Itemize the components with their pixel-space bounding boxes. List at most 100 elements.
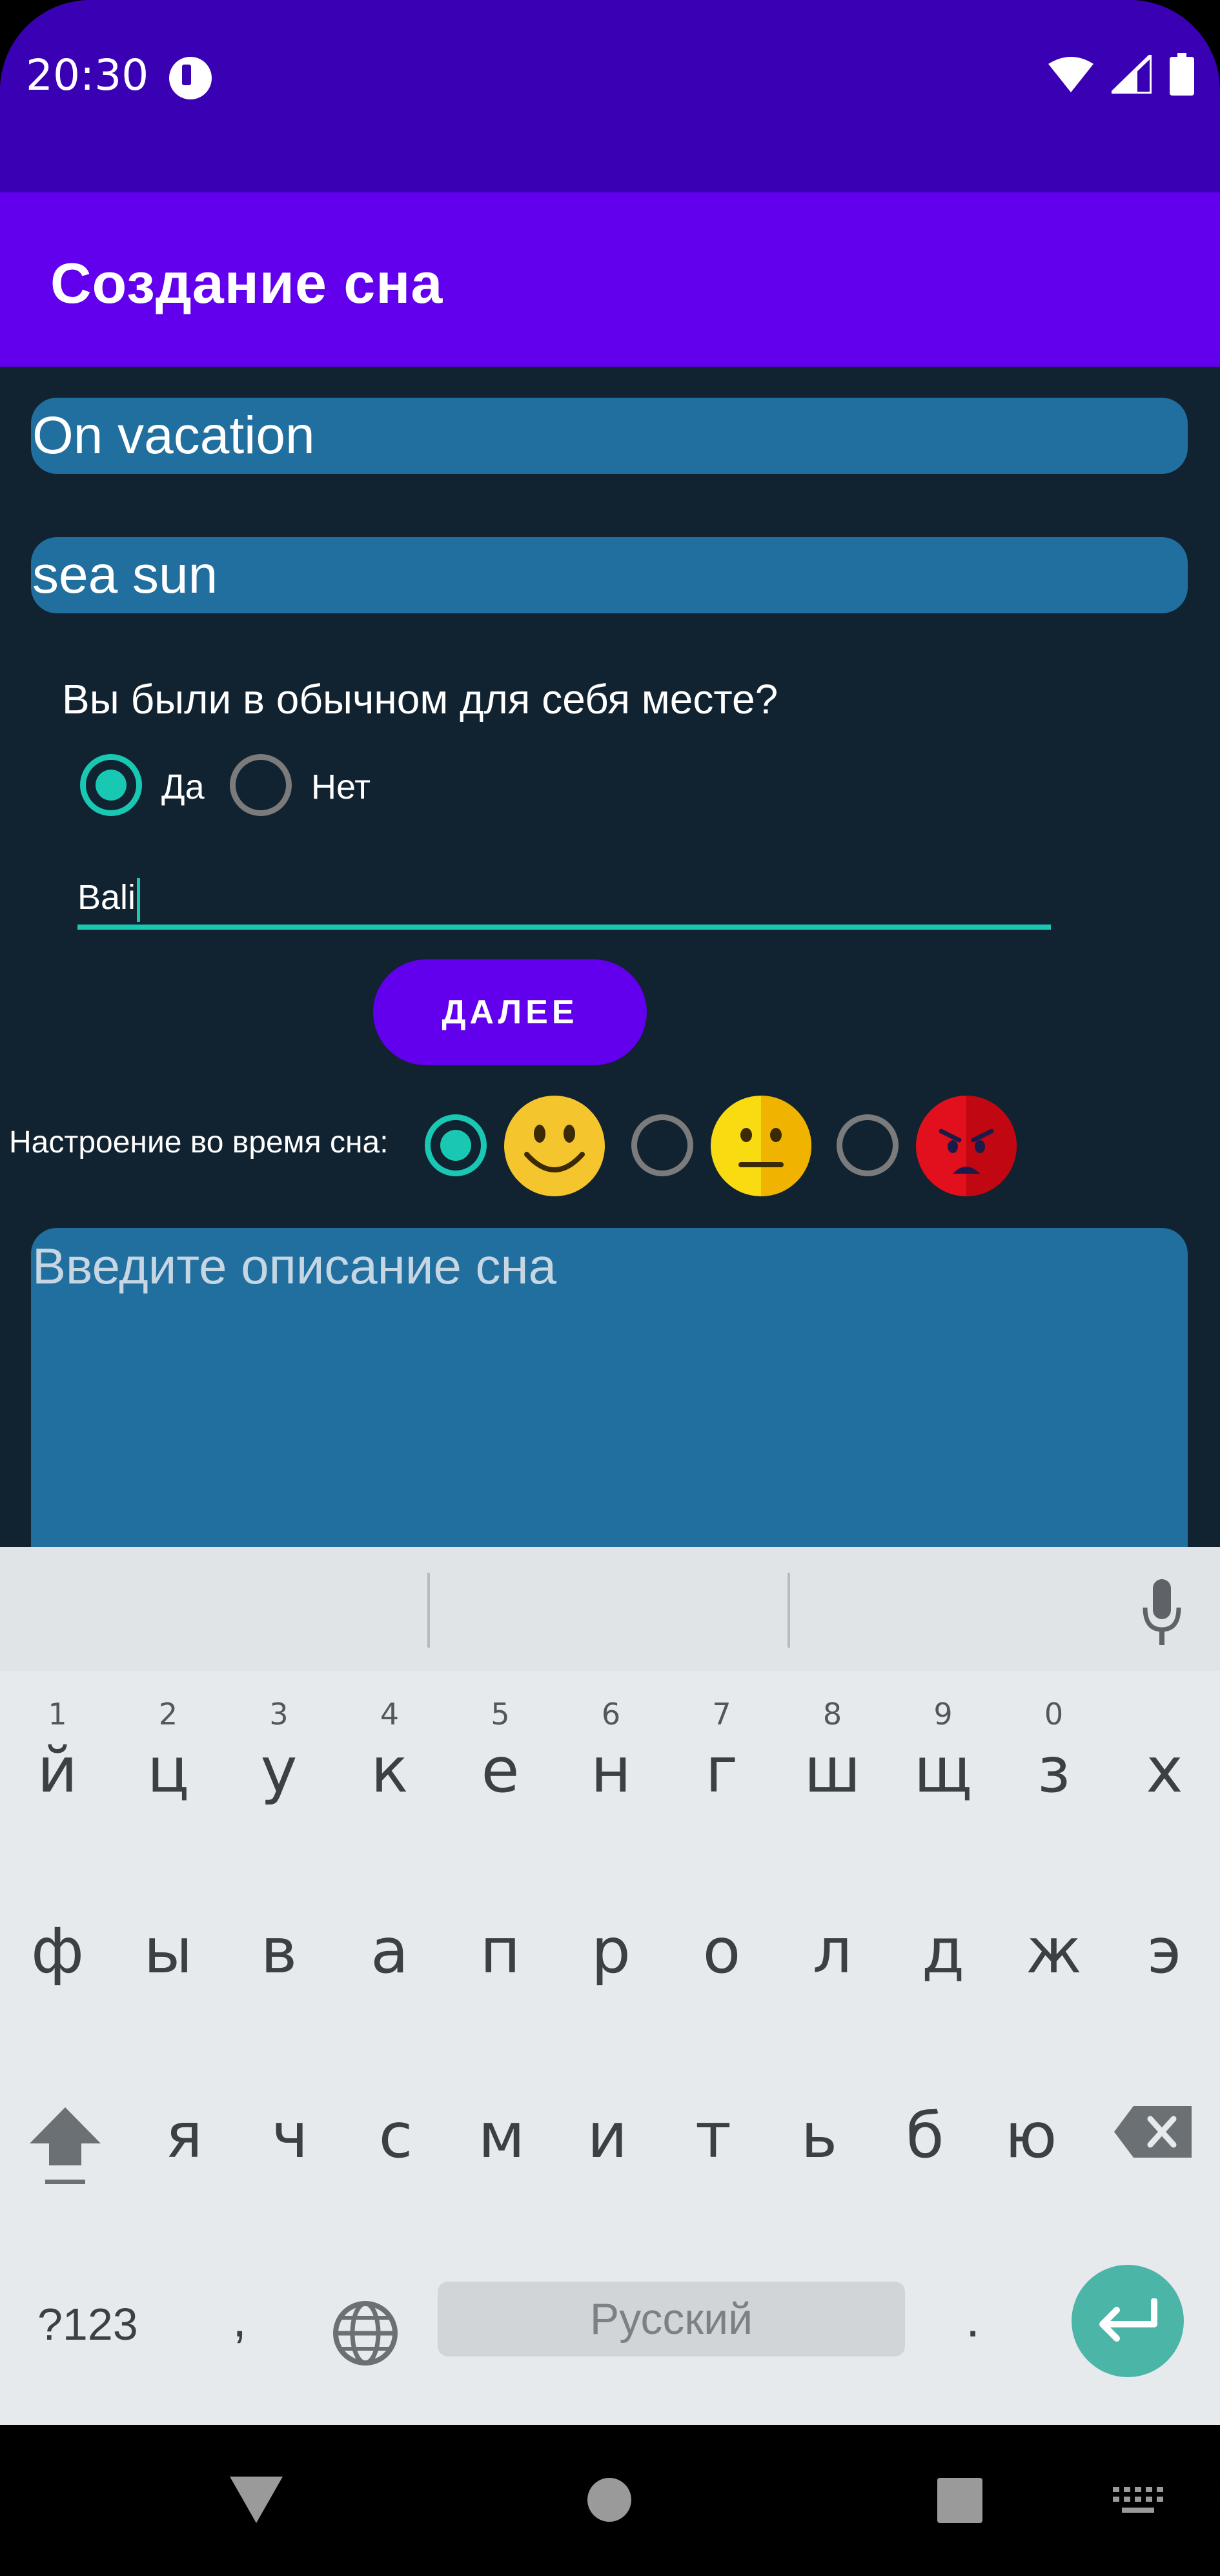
key-hint: 2 [158,1697,178,1732]
key-hint: 5 [491,1697,510,1732]
key-и[interactable]: и [553,2048,662,2209]
backspace-icon[interactable] [1114,2106,1192,2158]
key-ю[interactable]: ю [976,2048,1086,2209]
key-label: л [812,1915,853,1987]
radio-yes-label: Да [161,768,205,806]
key-label: ш [804,1734,861,1806]
place-input-value: Bali [77,878,136,917]
mood-radio-angry[interactable] [837,1114,899,1176]
dream-tags-input[interactable]: sea sun [31,537,1188,613]
key-label: е [481,1734,520,1806]
notification-icon [169,57,212,99]
status-icons [1048,53,1194,96]
key-в[interactable]: в [224,1863,334,2025]
period-key[interactable]: . [966,2289,980,2349]
comma-key[interactable]: , [232,2289,247,2349]
symbols-key[interactable]: ?123 [37,2298,138,2350]
microphone-icon[interactable] [1141,1579,1183,1646]
key-label: р [591,1915,631,1987]
radio-no-label: Нет [311,768,371,806]
space-key[interactable]: Русский [438,2282,905,2356]
key-label: з [1037,1734,1071,1806]
key-label: щ [913,1734,973,1806]
home-icon[interactable] [586,2477,633,2523]
radio-yes[interactable] [80,754,142,816]
shift-icon[interactable] [30,2107,101,2185]
key-hint: 8 [822,1697,842,1732]
radio-no[interactable] [230,754,292,816]
status-bar: 20:30 [0,0,1220,192]
signal-icon [1112,55,1152,94]
suggestion-bar [0,1547,1220,1671]
key-hint: 0 [1044,1697,1064,1732]
enter-key[interactable] [1072,2265,1184,2377]
key-label: й [37,1734,78,1806]
key-з[interactable]: 0з [999,1682,1109,1844]
key-я[interactable]: я [129,2048,239,2209]
back-icon[interactable] [230,2477,283,2523]
key-label: б [906,2100,944,2172]
key-label: т [695,2100,731,2172]
key-ж[interactable]: ж [999,1863,1109,2025]
key-е[interactable]: 5е [445,1682,555,1844]
key-т[interactable]: т [658,2048,768,2209]
key-label: м [478,2100,525,2172]
key-ч[interactable]: ч [235,2048,345,2209]
key-ы[interactable]: ы [114,1863,223,2025]
battery-icon [1170,53,1194,96]
key-м[interactable]: м [447,2048,556,2209]
globe-icon[interactable] [332,2300,399,2367]
key-label: ф [30,1915,85,1987]
neutral-face-icon [711,1096,811,1196]
key-х[interactable]: х [1110,1682,1219,1844]
key-hint: 4 [380,1697,400,1732]
key-г[interactable]: 7г [667,1682,777,1844]
keyboard-switch-icon[interactable] [1113,2487,1163,2518]
key-к[interactable]: 4к [335,1682,445,1844]
app-bar: Создание сна [0,192,1220,367]
next-button[interactable]: ДАЛЕЕ [373,959,647,1065]
key-label: и [587,2100,628,2172]
usual-place-question: Вы были в обычном для себя месте? [62,676,778,722]
key-п[interactable]: п [445,1863,555,2025]
key-а[interactable]: а [335,1863,445,2025]
status-time: 20:30 [26,50,149,100]
key-с[interactable]: с [341,2048,451,2209]
key-label: н [591,1734,631,1806]
mood-radio-happy[interactable] [425,1114,487,1176]
key-н[interactable]: 6н [556,1682,666,1844]
phone-screen: 20:30 Создание сна On vacation sea sun В… [0,0,1220,2576]
key-щ[interactable]: 9щ [888,1682,998,1844]
description-input[interactable]: Введите описание сна [31,1228,1188,1564]
key-hint: 3 [269,1697,289,1732]
key-б[interactable]: б [870,2048,980,2209]
key-ш[interactable]: 8ш [778,1682,888,1844]
dream-title-input[interactable]: On vacation [31,398,1188,474]
text-cursor [137,877,141,922]
key-hint: 9 [933,1697,953,1732]
key-label: я [165,2100,203,2172]
key-label: ь [800,2100,838,2172]
page-title: Создание сна [50,251,443,315]
recents-icon[interactable] [937,2478,982,2523]
key-ф[interactable]: ф [3,1863,112,2025]
key-label: д [921,1915,965,1987]
key-л[interactable]: л [778,1863,888,2025]
place-input[interactable]: Bali [77,865,1051,930]
key-label: ч [271,2100,309,2172]
navigation-bar [0,2425,1220,2576]
key-label: ы [143,1915,193,1987]
key-у[interactable]: 3у [224,1682,334,1844]
key-hint: 7 [712,1697,731,1732]
key-э[interactable]: э [1110,1863,1219,2025]
mood-radio-neutral[interactable] [631,1114,693,1176]
key-о[interactable]: о [667,1863,777,2025]
key-label: э [1147,1915,1182,1987]
key-й[interactable]: 1й [3,1682,112,1844]
key-р[interactable]: р [556,1863,666,2025]
key-label: ц [147,1734,190,1806]
key-label: а [371,1915,409,1987]
key-ь[interactable]: ь [764,2048,874,2209]
key-ц[interactable]: 2ц [114,1682,223,1844]
key-д[interactable]: д [888,1863,998,2025]
